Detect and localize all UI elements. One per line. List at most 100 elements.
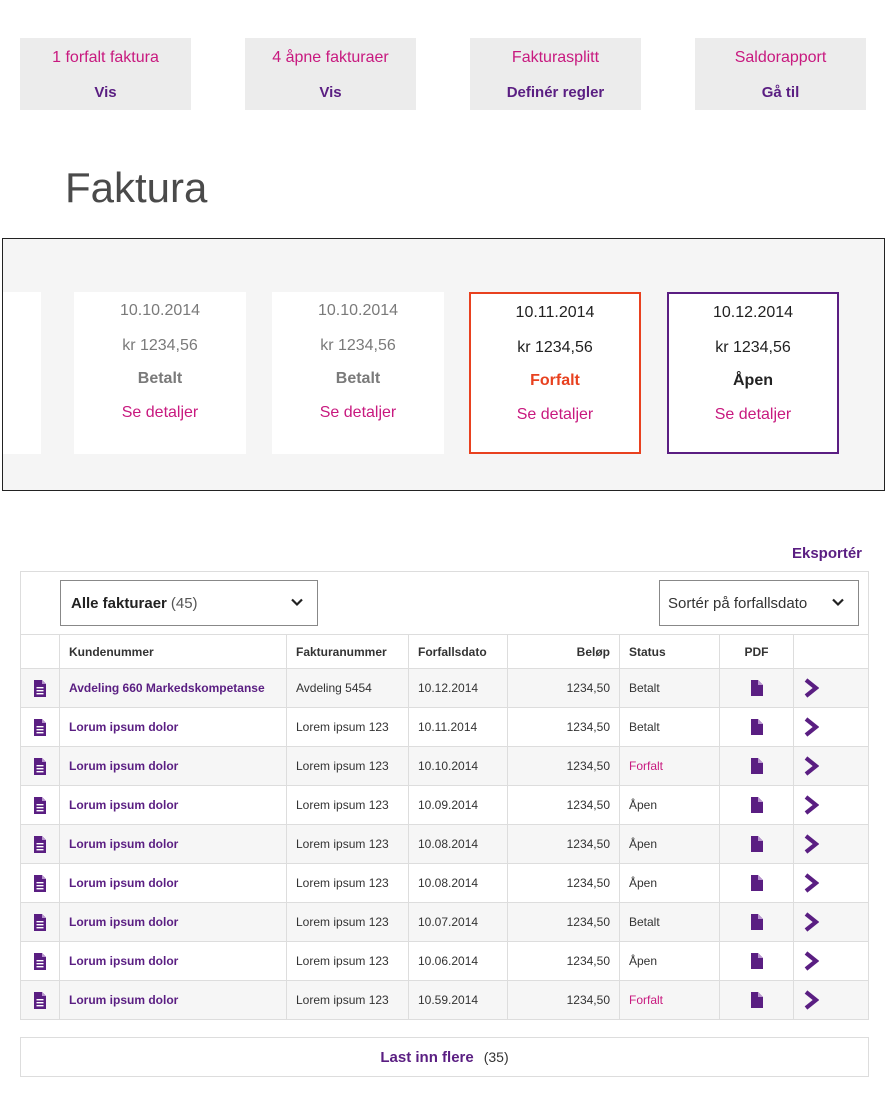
pdf-file-icon[interactable] xyxy=(719,824,794,864)
invoice-number: Avdeling 5454 xyxy=(286,668,409,708)
tile-overdue-invoices[interactable]: 1 forfalt faktura Vis xyxy=(20,38,191,110)
table-row[interactable]: Lorum ipsum dolor Lorem ipsum 123 10.06.20… xyxy=(20,941,869,981)
invoice-card[interactable]: 10.10.2014 kr 1234,56 Betalt Se detaljer xyxy=(272,292,444,454)
invoice-card-partial[interactable] xyxy=(3,292,41,454)
due-date: 10.11.2014 xyxy=(408,707,508,747)
customer-number-link[interactable]: Lorum ipsum dolor xyxy=(59,746,287,786)
summary-tiles: 1 forfalt faktura Vis 4 åpne fakturaer V… xyxy=(0,38,886,110)
pdf-file-icon[interactable] xyxy=(719,707,794,747)
amount: 1234,50 xyxy=(507,863,620,903)
card-details-link[interactable]: Se detaljer xyxy=(74,404,246,422)
table-row[interactable]: Lorum ipsum dolor Lorem ipsum 123 10.07.20… xyxy=(20,902,869,942)
tile-title: Fakturasplitt xyxy=(511,49,600,66)
header-status[interactable]: Status xyxy=(619,634,720,669)
chevron-right-icon[interactable] xyxy=(793,668,869,708)
status: Betalt xyxy=(619,707,720,747)
document-lines-icon xyxy=(20,707,60,747)
status: Betalt xyxy=(619,902,720,942)
card-amount: kr 1234,56 xyxy=(715,339,791,356)
page-title: Faktura xyxy=(65,164,208,211)
table-row[interactable]: Lorum ipsum dolor Lorem ipsum 123 10.08.20… xyxy=(20,824,869,864)
header-customer-number[interactable]: Kundenummer xyxy=(59,634,287,669)
invoice-card-overdue[interactable]: 10.11.2014 kr 1234,56 Forfalt Se detalje… xyxy=(469,292,641,454)
tile-title: 1 forfalt faktura xyxy=(52,49,159,66)
chevron-right-icon[interactable] xyxy=(793,707,869,747)
chevron-right-icon[interactable] xyxy=(793,941,869,981)
tile-action-link[interactable]: Gå til xyxy=(695,84,866,101)
chevron-right-icon[interactable] xyxy=(793,785,869,825)
tile-action-link[interactable]: Vis xyxy=(20,84,191,101)
tile-title: 4 åpne fakturaer xyxy=(272,49,389,66)
invoice-number: Lorem ipsum 123 xyxy=(286,902,409,942)
chevron-right-icon[interactable] xyxy=(793,824,869,864)
chevron-right-icon[interactable] xyxy=(793,902,869,942)
amount: 1234,50 xyxy=(507,668,620,708)
pdf-file-icon[interactable] xyxy=(719,863,794,903)
card-amount: kr 1234,56 xyxy=(320,337,396,354)
table-row[interactable]: Lorum ipsum dolor Lorem ipsum 123 10.08.20… xyxy=(20,863,869,903)
due-date: 10.59.2014 xyxy=(408,980,508,1020)
table-row[interactable]: Lorum ipsum dolor Lorem ipsum 123 10.59.20… xyxy=(20,980,869,1020)
header-icon-column xyxy=(20,634,60,669)
header-due-date[interactable]: Forfallsdato xyxy=(408,634,508,669)
filter-label: Alle fakturaer xyxy=(71,595,167,612)
pdf-file-icon[interactable] xyxy=(719,785,794,825)
sort-select[interactable]: Sortér på forfallsdato xyxy=(659,580,859,626)
pdf-file-icon[interactable] xyxy=(719,980,794,1020)
pdf-file-icon[interactable] xyxy=(719,902,794,942)
document-lines-icon xyxy=(20,902,60,942)
invoice-number: Lorem ipsum 123 xyxy=(286,941,409,981)
card-details-link[interactable]: Se detaljer xyxy=(471,406,639,424)
tile-balance-report[interactable]: Saldorapport Gå til xyxy=(695,38,866,110)
invoice-card-open[interactable]: 10.12.2014 kr 1234,56 Åpen Se detaljer xyxy=(667,292,839,454)
tile-action-link[interactable]: Vis xyxy=(245,84,416,101)
card-status: Åpen xyxy=(733,372,773,389)
load-more-count: (35) xyxy=(483,1049,509,1065)
invoice-number: Lorem ipsum 123 xyxy=(286,863,409,903)
chevron-down-icon xyxy=(291,598,303,607)
invoice-number: Lorem ipsum 123 xyxy=(286,980,409,1020)
table-row[interactable]: Lorum ipsum dolor Lorem ipsum 123 10.09.20… xyxy=(20,785,869,825)
invoice-filter-select[interactable]: Alle fakturaer (45) xyxy=(60,580,318,626)
status: Åpen xyxy=(619,824,720,864)
invoice-table: Kundenummer Fakturanummer Forfallsdato B… xyxy=(20,634,869,1020)
customer-number-link[interactable]: Lorum ipsum dolor xyxy=(59,824,287,864)
customer-number-link[interactable]: Lorum ipsum dolor xyxy=(59,941,287,981)
pdf-file-icon[interactable] xyxy=(719,668,794,708)
invoice-number: Lorem ipsum 123 xyxy=(286,824,409,864)
card-amount: kr 1234,56 xyxy=(517,339,593,356)
filter-bar: Alle fakturaer (45) Sortér på forfallsdat… xyxy=(20,571,869,635)
customer-number-link[interactable]: Lorum ipsum dolor xyxy=(59,707,287,747)
invoice-carousel[interactable]: 10.10.2014 kr 1234,56 Betalt Se detaljer… xyxy=(2,238,885,491)
export-link[interactable]: Eksportér xyxy=(792,545,862,562)
customer-number-link[interactable]: Lorum ipsum dolor xyxy=(59,863,287,903)
status: Åpen xyxy=(619,785,720,825)
table-row[interactable]: Lorum ipsum dolor Lorem ipsum 123 10.11.20… xyxy=(20,707,869,747)
chevron-right-icon[interactable] xyxy=(793,746,869,786)
card-amount: kr 1234,56 xyxy=(122,337,198,354)
tile-open-invoices[interactable]: 4 åpne fakturaer Vis xyxy=(245,38,416,110)
pdf-file-icon[interactable] xyxy=(719,746,794,786)
customer-number-link[interactable]: Lorum ipsum dolor xyxy=(59,980,287,1020)
invoice-table-body: Avdeling 660 Markedskompetanse Avdeling 5… xyxy=(20,668,869,1020)
invoice-card[interactable]: 10.10.2014 kr 1234,56 Betalt Se detaljer xyxy=(74,292,246,454)
amount: 1234,50 xyxy=(507,746,620,786)
header-pdf: PDF xyxy=(719,634,794,669)
customer-number-link[interactable]: Avdeling 660 Markedskompetanse xyxy=(59,668,287,708)
table-row[interactable]: Lorum ipsum dolor Lorem ipsum 123 10.10.20… xyxy=(20,746,869,786)
amount: 1234,50 xyxy=(507,707,620,747)
tile-invoice-split[interactable]: Fakturasplitt Definér regler xyxy=(470,38,641,110)
card-details-link[interactable]: Se detaljer xyxy=(669,406,837,424)
chevron-right-icon[interactable] xyxy=(793,980,869,1020)
table-row[interactable]: Avdeling 660 Markedskompetanse Avdeling 5… xyxy=(20,668,869,708)
header-amount[interactable]: Beløp xyxy=(507,634,620,669)
customer-number-link[interactable]: Lorum ipsum dolor xyxy=(59,902,287,942)
pdf-file-icon[interactable] xyxy=(719,941,794,981)
tile-action-link[interactable]: Definér regler xyxy=(470,84,641,101)
load-more-button[interactable]: Last inn flere (35) xyxy=(20,1037,869,1077)
tile-title: Saldorapport xyxy=(734,49,827,66)
card-details-link[interactable]: Se detaljer xyxy=(272,404,444,422)
customer-number-link[interactable]: Lorum ipsum dolor xyxy=(59,785,287,825)
chevron-right-icon[interactable] xyxy=(793,863,869,903)
header-invoice-number[interactable]: Fakturanummer xyxy=(286,634,409,669)
